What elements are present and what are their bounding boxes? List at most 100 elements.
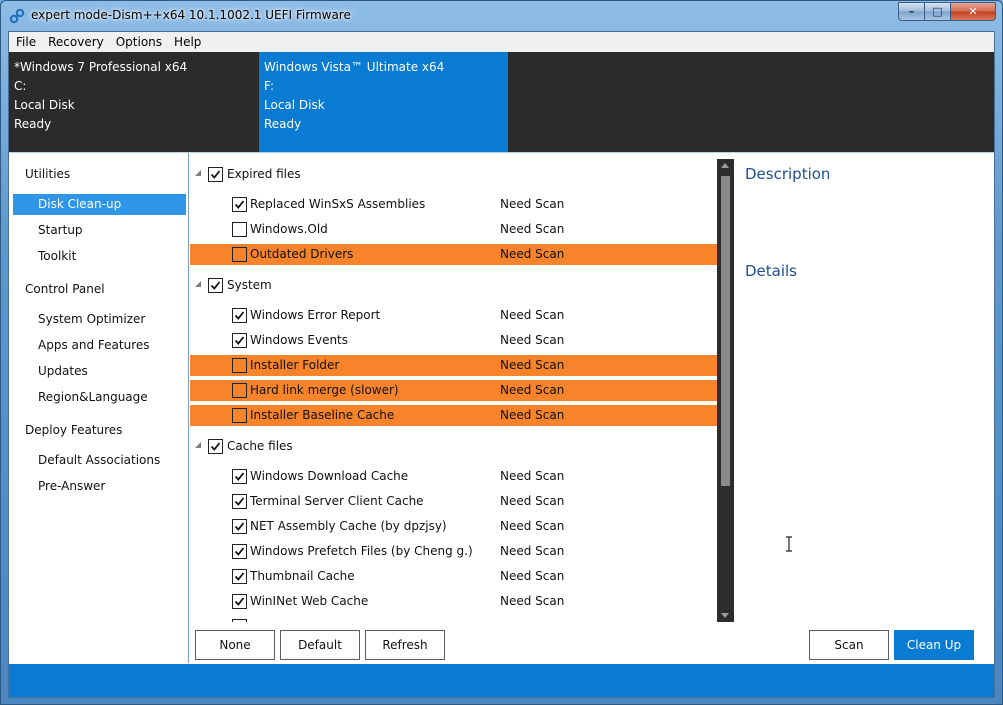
group-row-expired-files[interactable]: Expired files xyxy=(190,164,718,185)
item-checkbox[interactable] xyxy=(232,408,247,423)
nav-item-default-associations[interactable]: Default Associations xyxy=(13,450,186,471)
nav-item-pre-answer[interactable]: Pre-Answer xyxy=(13,476,186,497)
details-title: Details xyxy=(745,262,798,280)
item-checkbox[interactable] xyxy=(232,619,247,622)
item-checkbox[interactable] xyxy=(232,358,247,373)
item-checkbox[interactable] xyxy=(232,222,247,237)
client-area: File Recovery Options Help *Windows 7 Pr… xyxy=(8,31,995,698)
item-checkbox[interactable] xyxy=(232,197,247,212)
app-icon xyxy=(9,8,25,24)
list-item-windows-prefetch[interactable]: Windows Prefetch Files (by Cheng g.) Nee… xyxy=(190,541,718,562)
sidebar: Utilities Disk Clean-up Startup Toolkit … xyxy=(9,152,189,663)
group-checkbox[interactable] xyxy=(208,278,223,293)
item-label: Terminal Server Client Cache xyxy=(250,494,424,508)
list-item-net-assembly-cache[interactable]: NET Assembly Cache (by dpzjsy) Need Scan xyxy=(190,516,718,537)
scan-button[interactable]: Scan xyxy=(809,630,889,660)
clean-up-button[interactable]: Clean Up xyxy=(894,630,974,660)
nav-item-toolkit[interactable]: Toolkit xyxy=(13,246,186,267)
check-icon xyxy=(210,281,221,290)
nav-item-disk-cleanup[interactable]: Disk Clean-up xyxy=(13,194,186,215)
item-checkbox[interactable] xyxy=(232,594,247,609)
item-status: Need Scan xyxy=(500,569,565,583)
item-status: Need Scan xyxy=(500,494,565,508)
list-item-partial[interactable] xyxy=(190,616,718,622)
item-checkbox[interactable] xyxy=(232,544,247,559)
list-item-windows-old[interactable]: Windows.Old Need Scan xyxy=(190,219,718,240)
maximize-button[interactable]: □ xyxy=(925,2,951,21)
check-icon xyxy=(234,497,245,506)
collapse-arrow-icon[interactable] xyxy=(195,281,201,287)
item-checkbox[interactable] xyxy=(232,519,247,534)
group-row-system[interactable]: System xyxy=(190,275,718,296)
scroll-thumb[interactable] xyxy=(721,176,730,486)
list-item-installer-folder[interactable]: Installer Folder Need Scan xyxy=(190,355,718,376)
item-status: Need Scan xyxy=(500,408,565,422)
item-checkbox[interactable] xyxy=(232,333,247,348)
image-card-win7[interactable]: *Windows 7 Professional x64 C: Local Dis… xyxy=(9,52,258,152)
check-icon xyxy=(234,200,245,209)
list-item-replaced-winsxs[interactable]: Replaced WinSxS Assemblies Need Scan xyxy=(190,194,718,215)
collapse-arrow-icon[interactable] xyxy=(195,170,201,176)
item-label: NET Assembly Cache (by dpzjsy) xyxy=(250,519,447,533)
list-item-windows-events[interactable]: Windows Events Need Scan xyxy=(190,330,718,351)
item-status: Need Scan xyxy=(500,222,565,236)
item-label: Replaced WinSxS Assemblies xyxy=(250,197,426,211)
check-icon xyxy=(234,472,245,481)
title-bar[interactable]: expert mode-Dism++x64 10.1.1002.1 UEFI F… xyxy=(1,1,1002,31)
nav-item-system-optimizer[interactable]: System Optimizer xyxy=(13,309,186,330)
item-label: Windows Events xyxy=(250,333,349,347)
item-checkbox[interactable] xyxy=(232,247,247,262)
group-checkbox[interactable] xyxy=(208,439,223,454)
nav-item-updates[interactable]: Updates xyxy=(13,361,186,382)
refresh-button[interactable]: Refresh xyxy=(365,630,445,660)
item-checkbox[interactable] xyxy=(232,469,247,484)
item-status: Need Scan xyxy=(500,333,565,347)
nav-item-region-language[interactable]: Region&Language xyxy=(13,387,186,408)
scroll-down-icon[interactable] xyxy=(721,613,729,618)
list-item-terminal-server-cache[interactable]: Terminal Server Client Cache Need Scan xyxy=(190,491,718,512)
list-item-hard-link-merge[interactable]: Hard link merge (slower) Need Scan xyxy=(190,380,718,401)
list-item-windows-download-cache[interactable]: Windows Download Cache Need Scan xyxy=(190,466,718,487)
list-item-thumbnail-cache[interactable]: Thumbnail Cache Need Scan xyxy=(190,566,718,587)
minimize-button[interactable]: – xyxy=(898,2,925,21)
menu-help[interactable]: Help xyxy=(168,32,207,52)
group-checkbox[interactable] xyxy=(208,167,223,182)
image-drive: C: xyxy=(14,79,27,93)
image-name: Windows Vista™ Ultimate x64 xyxy=(264,60,445,74)
item-status: Need Scan xyxy=(500,544,565,558)
check-icon xyxy=(234,336,245,345)
item-checkbox[interactable] xyxy=(232,494,247,509)
menu-options[interactable]: Options xyxy=(110,32,168,52)
nav-item-startup[interactable]: Startup xyxy=(13,220,186,241)
menu-recovery[interactable]: Recovery xyxy=(42,32,110,52)
group-row-cache-files[interactable]: Cache files xyxy=(190,436,718,457)
image-state: Ready xyxy=(264,117,302,131)
item-checkbox[interactable] xyxy=(232,308,247,323)
item-status: Need Scan xyxy=(500,358,565,372)
scroll-up-icon[interactable] xyxy=(721,163,729,168)
nav-group-deploy-features: Deploy Features xyxy=(25,423,123,437)
item-checkbox[interactable] xyxy=(232,383,247,398)
list-item-wininet-web-cache[interactable]: WinINet Web Cache Need Scan xyxy=(190,591,718,612)
collapse-arrow-icon[interactable] xyxy=(195,442,201,448)
cleanup-list: Expired files Replaced WinSxS Assemblies… xyxy=(190,152,735,622)
close-button[interactable]: ✕ xyxy=(951,2,996,21)
item-checkbox[interactable] xyxy=(232,569,247,584)
text-cursor-icon xyxy=(786,536,792,552)
none-button[interactable]: None xyxy=(195,630,275,660)
default-button[interactable]: Default xyxy=(280,630,360,660)
item-status: Need Scan xyxy=(500,197,565,211)
group-label: Expired files xyxy=(227,167,301,181)
image-name: *Windows 7 Professional x64 xyxy=(14,60,188,74)
status-bar xyxy=(9,664,994,697)
check-icon xyxy=(234,522,245,531)
list-item-installer-baseline-cache[interactable]: Installer Baseline Cache Need Scan xyxy=(190,405,718,426)
image-card-vista[interactable]: Windows Vista™ Ultimate x64 F: Local Dis… xyxy=(259,52,508,152)
list-item-outdated-drivers[interactable]: Outdated Drivers Need Scan xyxy=(190,244,718,265)
list-item-windows-error-report[interactable]: Windows Error Report Need Scan xyxy=(190,305,718,326)
list-scrollbar[interactable] xyxy=(717,159,734,622)
window-controls: – □ ✕ xyxy=(898,2,996,22)
item-status: Need Scan xyxy=(500,308,565,322)
nav-item-apps-features[interactable]: Apps and Features xyxy=(13,335,186,356)
menu-file[interactable]: File xyxy=(10,32,42,52)
